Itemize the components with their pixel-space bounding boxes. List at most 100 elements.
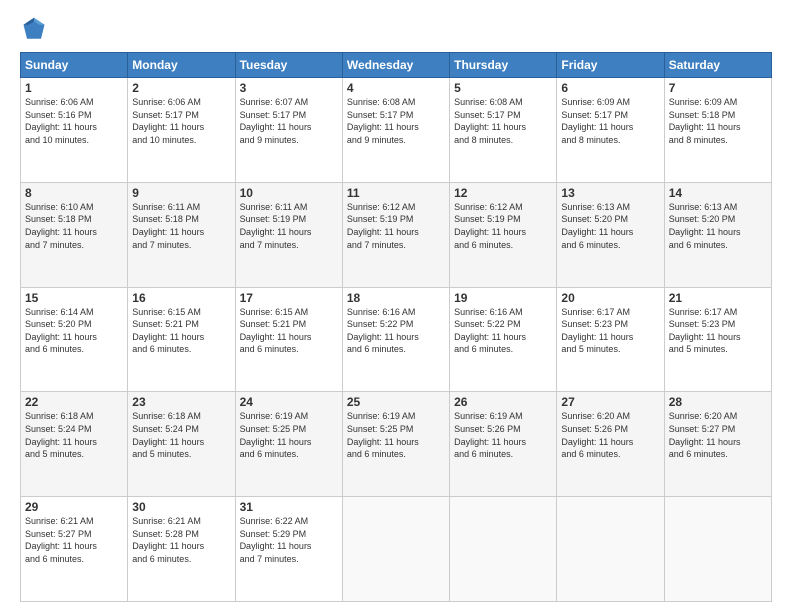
day-info: Sunrise: 6:19 AMSunset: 5:26 PMDaylight:… xyxy=(454,410,552,460)
day-info: Sunrise: 6:17 AMSunset: 5:23 PMDaylight:… xyxy=(669,306,767,356)
calendar-cell: 19Sunrise: 6:16 AMSunset: 5:22 PMDayligh… xyxy=(450,287,557,392)
day-info: Sunrise: 6:15 AMSunset: 5:21 PMDaylight:… xyxy=(132,306,230,356)
day-info: Sunrise: 6:12 AMSunset: 5:19 PMDaylight:… xyxy=(347,201,445,251)
day-info: Sunrise: 6:11 AMSunset: 5:18 PMDaylight:… xyxy=(132,201,230,251)
calendar-cell: 5Sunrise: 6:08 AMSunset: 5:17 PMDaylight… xyxy=(450,78,557,183)
calendar-week: 1Sunrise: 6:06 AMSunset: 5:16 PMDaylight… xyxy=(21,78,772,183)
day-info: Sunrise: 6:15 AMSunset: 5:21 PMDaylight:… xyxy=(240,306,338,356)
day-info: Sunrise: 6:18 AMSunset: 5:24 PMDaylight:… xyxy=(132,410,230,460)
day-info: Sunrise: 6:21 AMSunset: 5:27 PMDaylight:… xyxy=(25,515,123,565)
day-number: 27 xyxy=(561,395,659,409)
day-number: 13 xyxy=(561,186,659,200)
calendar-cell: 4Sunrise: 6:08 AMSunset: 5:17 PMDaylight… xyxy=(342,78,449,183)
calendar-cell: 13Sunrise: 6:13 AMSunset: 5:20 PMDayligh… xyxy=(557,182,664,287)
day-info: Sunrise: 6:11 AMSunset: 5:19 PMDaylight:… xyxy=(240,201,338,251)
calendar-cell: 17Sunrise: 6:15 AMSunset: 5:21 PMDayligh… xyxy=(235,287,342,392)
day-number: 3 xyxy=(240,81,338,95)
day-number: 24 xyxy=(240,395,338,409)
calendar-cell: 9Sunrise: 6:11 AMSunset: 5:18 PMDaylight… xyxy=(128,182,235,287)
calendar-cell: 15Sunrise: 6:14 AMSunset: 5:20 PMDayligh… xyxy=(21,287,128,392)
day-info: Sunrise: 6:18 AMSunset: 5:24 PMDaylight:… xyxy=(25,410,123,460)
day-number: 28 xyxy=(669,395,767,409)
day-number: 25 xyxy=(347,395,445,409)
calendar-cell: 8Sunrise: 6:10 AMSunset: 5:18 PMDaylight… xyxy=(21,182,128,287)
day-number: 12 xyxy=(454,186,552,200)
day-info: Sunrise: 6:09 AMSunset: 5:18 PMDaylight:… xyxy=(669,96,767,146)
day-number: 5 xyxy=(454,81,552,95)
calendar-cell: 10Sunrise: 6:11 AMSunset: 5:19 PMDayligh… xyxy=(235,182,342,287)
day-number: 29 xyxy=(25,500,123,514)
calendar-body: 1Sunrise: 6:06 AMSunset: 5:16 PMDaylight… xyxy=(21,78,772,602)
day-info: Sunrise: 6:20 AMSunset: 5:26 PMDaylight:… xyxy=(561,410,659,460)
calendar-cell: 23Sunrise: 6:18 AMSunset: 5:24 PMDayligh… xyxy=(128,392,235,497)
calendar-cell: 16Sunrise: 6:15 AMSunset: 5:21 PMDayligh… xyxy=(128,287,235,392)
calendar-cell: 6Sunrise: 6:09 AMSunset: 5:17 PMDaylight… xyxy=(557,78,664,183)
day-number: 2 xyxy=(132,81,230,95)
calendar: SundayMondayTuesdayWednesdayThursdayFrid… xyxy=(20,52,772,602)
calendar-cell: 31Sunrise: 6:22 AMSunset: 5:29 PMDayligh… xyxy=(235,497,342,602)
header xyxy=(20,16,772,44)
day-info: Sunrise: 6:16 AMSunset: 5:22 PMDaylight:… xyxy=(347,306,445,356)
calendar-cell: 3Sunrise: 6:07 AMSunset: 5:17 PMDaylight… xyxy=(235,78,342,183)
calendar-cell: 27Sunrise: 6:20 AMSunset: 5:26 PMDayligh… xyxy=(557,392,664,497)
day-number: 26 xyxy=(454,395,552,409)
calendar-cell xyxy=(450,497,557,602)
calendar-cell: 26Sunrise: 6:19 AMSunset: 5:26 PMDayligh… xyxy=(450,392,557,497)
logo-icon xyxy=(20,16,48,44)
calendar-cell: 14Sunrise: 6:13 AMSunset: 5:20 PMDayligh… xyxy=(664,182,771,287)
calendar-cell: 18Sunrise: 6:16 AMSunset: 5:22 PMDayligh… xyxy=(342,287,449,392)
day-number: 7 xyxy=(669,81,767,95)
day-number: 11 xyxy=(347,186,445,200)
day-number: 15 xyxy=(25,291,123,305)
day-number: 21 xyxy=(669,291,767,305)
calendar-week: 29Sunrise: 6:21 AMSunset: 5:27 PMDayligh… xyxy=(21,497,772,602)
calendar-cell xyxy=(557,497,664,602)
day-number: 4 xyxy=(347,81,445,95)
day-info: Sunrise: 6:19 AMSunset: 5:25 PMDaylight:… xyxy=(240,410,338,460)
header-day: Thursday xyxy=(450,53,557,78)
day-info: Sunrise: 6:09 AMSunset: 5:17 PMDaylight:… xyxy=(561,96,659,146)
day-info: Sunrise: 6:08 AMSunset: 5:17 PMDaylight:… xyxy=(454,96,552,146)
day-number: 16 xyxy=(132,291,230,305)
calendar-cell: 30Sunrise: 6:21 AMSunset: 5:28 PMDayligh… xyxy=(128,497,235,602)
calendar-cell: 11Sunrise: 6:12 AMSunset: 5:19 PMDayligh… xyxy=(342,182,449,287)
day-info: Sunrise: 6:13 AMSunset: 5:20 PMDaylight:… xyxy=(669,201,767,251)
calendar-cell: 24Sunrise: 6:19 AMSunset: 5:25 PMDayligh… xyxy=(235,392,342,497)
header-day: Monday xyxy=(128,53,235,78)
calendar-cell: 12Sunrise: 6:12 AMSunset: 5:19 PMDayligh… xyxy=(450,182,557,287)
day-info: Sunrise: 6:13 AMSunset: 5:20 PMDaylight:… xyxy=(561,201,659,251)
calendar-cell xyxy=(342,497,449,602)
day-info: Sunrise: 6:17 AMSunset: 5:23 PMDaylight:… xyxy=(561,306,659,356)
day-number: 20 xyxy=(561,291,659,305)
calendar-cell: 7Sunrise: 6:09 AMSunset: 5:18 PMDaylight… xyxy=(664,78,771,183)
day-number: 23 xyxy=(132,395,230,409)
day-info: Sunrise: 6:08 AMSunset: 5:17 PMDaylight:… xyxy=(347,96,445,146)
day-number: 9 xyxy=(132,186,230,200)
day-info: Sunrise: 6:14 AMSunset: 5:20 PMDaylight:… xyxy=(25,306,123,356)
header-day: Saturday xyxy=(664,53,771,78)
calendar-cell: 29Sunrise: 6:21 AMSunset: 5:27 PMDayligh… xyxy=(21,497,128,602)
day-number: 17 xyxy=(240,291,338,305)
day-info: Sunrise: 6:19 AMSunset: 5:25 PMDaylight:… xyxy=(347,410,445,460)
day-number: 30 xyxy=(132,500,230,514)
day-info: Sunrise: 6:21 AMSunset: 5:28 PMDaylight:… xyxy=(132,515,230,565)
header-day: Wednesday xyxy=(342,53,449,78)
day-number: 8 xyxy=(25,186,123,200)
calendar-week: 8Sunrise: 6:10 AMSunset: 5:18 PMDaylight… xyxy=(21,182,772,287)
day-number: 31 xyxy=(240,500,338,514)
day-number: 22 xyxy=(25,395,123,409)
day-info: Sunrise: 6:06 AMSunset: 5:17 PMDaylight:… xyxy=(132,96,230,146)
day-number: 10 xyxy=(240,186,338,200)
header-row: SundayMondayTuesdayWednesdayThursdayFrid… xyxy=(21,53,772,78)
calendar-cell xyxy=(664,497,771,602)
calendar-cell: 28Sunrise: 6:20 AMSunset: 5:27 PMDayligh… xyxy=(664,392,771,497)
calendar-cell: 2Sunrise: 6:06 AMSunset: 5:17 PMDaylight… xyxy=(128,78,235,183)
day-number: 14 xyxy=(669,186,767,200)
calendar-cell: 20Sunrise: 6:17 AMSunset: 5:23 PMDayligh… xyxy=(557,287,664,392)
day-info: Sunrise: 6:12 AMSunset: 5:19 PMDaylight:… xyxy=(454,201,552,251)
calendar-cell: 1Sunrise: 6:06 AMSunset: 5:16 PMDaylight… xyxy=(21,78,128,183)
calendar-cell: 22Sunrise: 6:18 AMSunset: 5:24 PMDayligh… xyxy=(21,392,128,497)
day-number: 19 xyxy=(454,291,552,305)
day-info: Sunrise: 6:07 AMSunset: 5:17 PMDaylight:… xyxy=(240,96,338,146)
header-day: Tuesday xyxy=(235,53,342,78)
